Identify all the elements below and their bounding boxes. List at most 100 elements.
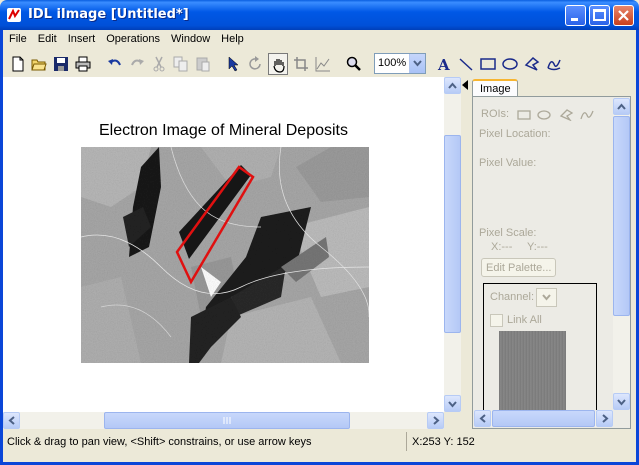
scroll-left-button[interactable] <box>3 412 20 429</box>
crop-icon <box>294 57 308 71</box>
undo-button[interactable] <box>105 53 125 75</box>
image-title: Electron Image of Mineral Deposits <box>99 122 348 139</box>
maximize-button[interactable] <box>589 5 610 26</box>
freehand-tool-icon <box>547 59 561 71</box>
panel-scroll-right-button[interactable] <box>596 410 613 427</box>
close-button[interactable] <box>613 5 634 26</box>
roi-shape-icons <box>517 109 594 121</box>
paste-icon <box>196 57 210 72</box>
line-tool-button[interactable] <box>456 53 476 75</box>
pixel-location-label: Pixel Location: <box>479 128 551 140</box>
rectangle-tool-button[interactable] <box>478 53 498 75</box>
panel-vertical-scrollbar[interactable] <box>613 98 630 410</box>
open-button[interactable] <box>29 53 49 75</box>
title-bar[interactable]: IDL iImage [Untitled*] <box>0 0 639 30</box>
undo-icon <box>108 59 121 66</box>
vertical-scroll-thumb[interactable] <box>444 135 461 333</box>
arrow-down-icon <box>448 401 457 408</box>
canvas-vertical-scrollbar[interactable] <box>444 77 461 412</box>
canvas-horizontal-scrollbar[interactable] <box>3 412 444 429</box>
arrow-up-icon <box>617 103 626 110</box>
panel-horizontal-thumb[interactable] <box>492 410 595 427</box>
arrow-left-icon <box>8 416 15 425</box>
channel-dropdown[interactable] <box>536 288 557 307</box>
tab-image[interactable]: Image <box>472 79 518 97</box>
freehand-tool-button[interactable] <box>544 53 564 75</box>
panel-vertical-thumb[interactable] <box>613 116 630 316</box>
line-profile-button[interactable] <box>313 53 333 75</box>
grip-icon <box>223 417 231 424</box>
copy-button[interactable] <box>171 53 191 75</box>
polygon-tool-button[interactable] <box>522 53 542 75</box>
chevron-down-icon <box>542 294 551 301</box>
save-disk-icon <box>54 57 68 71</box>
channel-histogram-preview <box>499 331 566 421</box>
redo-button[interactable] <box>127 53 147 75</box>
pixel-scale-y: Y:--- <box>527 241 548 253</box>
edit-palette-label: Edit Palette... <box>486 262 552 274</box>
pixel-value-label: Pixel Value: <box>479 157 537 169</box>
menu-file[interactable]: File <box>3 30 32 49</box>
paste-button[interactable] <box>193 53 213 75</box>
print-button[interactable] <box>73 53 93 75</box>
menu-window[interactable]: Window <box>165 30 215 49</box>
menu-edit[interactable]: Edit <box>32 30 62 49</box>
arrow-up-icon <box>448 82 457 89</box>
arrow-right-icon <box>433 416 440 425</box>
rois-label: ROIs: <box>481 108 510 120</box>
pan-hand-icon <box>273 59 285 73</box>
oval-tool-icon <box>502 58 518 70</box>
link-all-label: Link All <box>507 314 542 326</box>
svg-text:A: A <box>437 56 450 72</box>
image-canvas[interactable]: Electron Image of Mineral Deposits <box>3 77 444 412</box>
open-folder-icon <box>31 59 47 71</box>
redo-icon <box>131 59 144 66</box>
select-tool-button[interactable] <box>224 53 244 75</box>
cursor-coordinates: X:253 Y: 152 <box>406 432 630 451</box>
text-tool-button[interactable]: A <box>434 53 454 75</box>
rotate-tool-button[interactable] <box>246 53 266 75</box>
idl-app-icon <box>7 8 21 22</box>
horizontal-scroll-thumb[interactable] <box>104 412 350 429</box>
minimize-button[interactable] <box>565 5 586 26</box>
status-message: Click & drag to pan view, <Shift> constr… <box>7 436 312 448</box>
rotate-icon <box>249 56 261 70</box>
save-button[interactable] <box>51 53 71 75</box>
cut-button[interactable] <box>149 53 169 75</box>
select-arrow-icon <box>228 56 239 72</box>
menu-help[interactable]: Help <box>215 30 249 49</box>
menu-insert[interactable]: Insert <box>62 30 101 49</box>
scroll-down-button[interactable] <box>444 395 461 412</box>
image-panel: ROIs: Pixel Location: Pixel Value: Pixel… <box>472 96 631 429</box>
panel-scroll-up-button[interactable] <box>613 98 630 115</box>
scroll-up-button[interactable] <box>444 77 461 94</box>
link-all-checkbox[interactable] <box>490 314 503 327</box>
panel-scroll-left-button[interactable] <box>474 410 491 427</box>
minimize-icon <box>571 18 578 21</box>
channel-label: Channel: <box>490 291 535 303</box>
scroll-right-button[interactable] <box>427 412 444 429</box>
collapse-panel-icon[interactable] <box>462 80 470 90</box>
line-profile-icon <box>315 57 330 72</box>
electron-micrograph-image[interactable] <box>81 147 369 363</box>
oval-tool-button[interactable] <box>500 53 520 75</box>
new-file-button[interactable] <box>8 53 28 75</box>
window-title: IDL iImage [Untitled*] <box>28 7 189 22</box>
text-tool-icon: A <box>437 56 450 72</box>
edit-palette-button[interactable]: Edit Palette... <box>481 258 556 277</box>
arrow-left-icon <box>479 414 486 423</box>
maximize-icon <box>593 9 606 21</box>
zoom-dropdown-button[interactable] <box>409 54 425 73</box>
arrow-right-icon <box>602 414 609 423</box>
menu-operations[interactable]: Operations <box>100 30 165 49</box>
panel-horizontal-scrollbar[interactable] <box>474 410 613 427</box>
crop-tool-button[interactable] <box>291 53 311 75</box>
polygon-tool-icon <box>524 56 540 71</box>
zoom-tool-button[interactable] <box>344 53 364 75</box>
chevron-down-icon <box>413 60 422 67</box>
pixel-scale-x: X:--- <box>491 241 513 253</box>
zoom-select[interactable]: 100% <box>374 53 426 74</box>
panel-scroll-down-button[interactable] <box>613 393 630 410</box>
close-icon <box>618 10 629 21</box>
pan-tool-button[interactable] <box>268 53 288 75</box>
